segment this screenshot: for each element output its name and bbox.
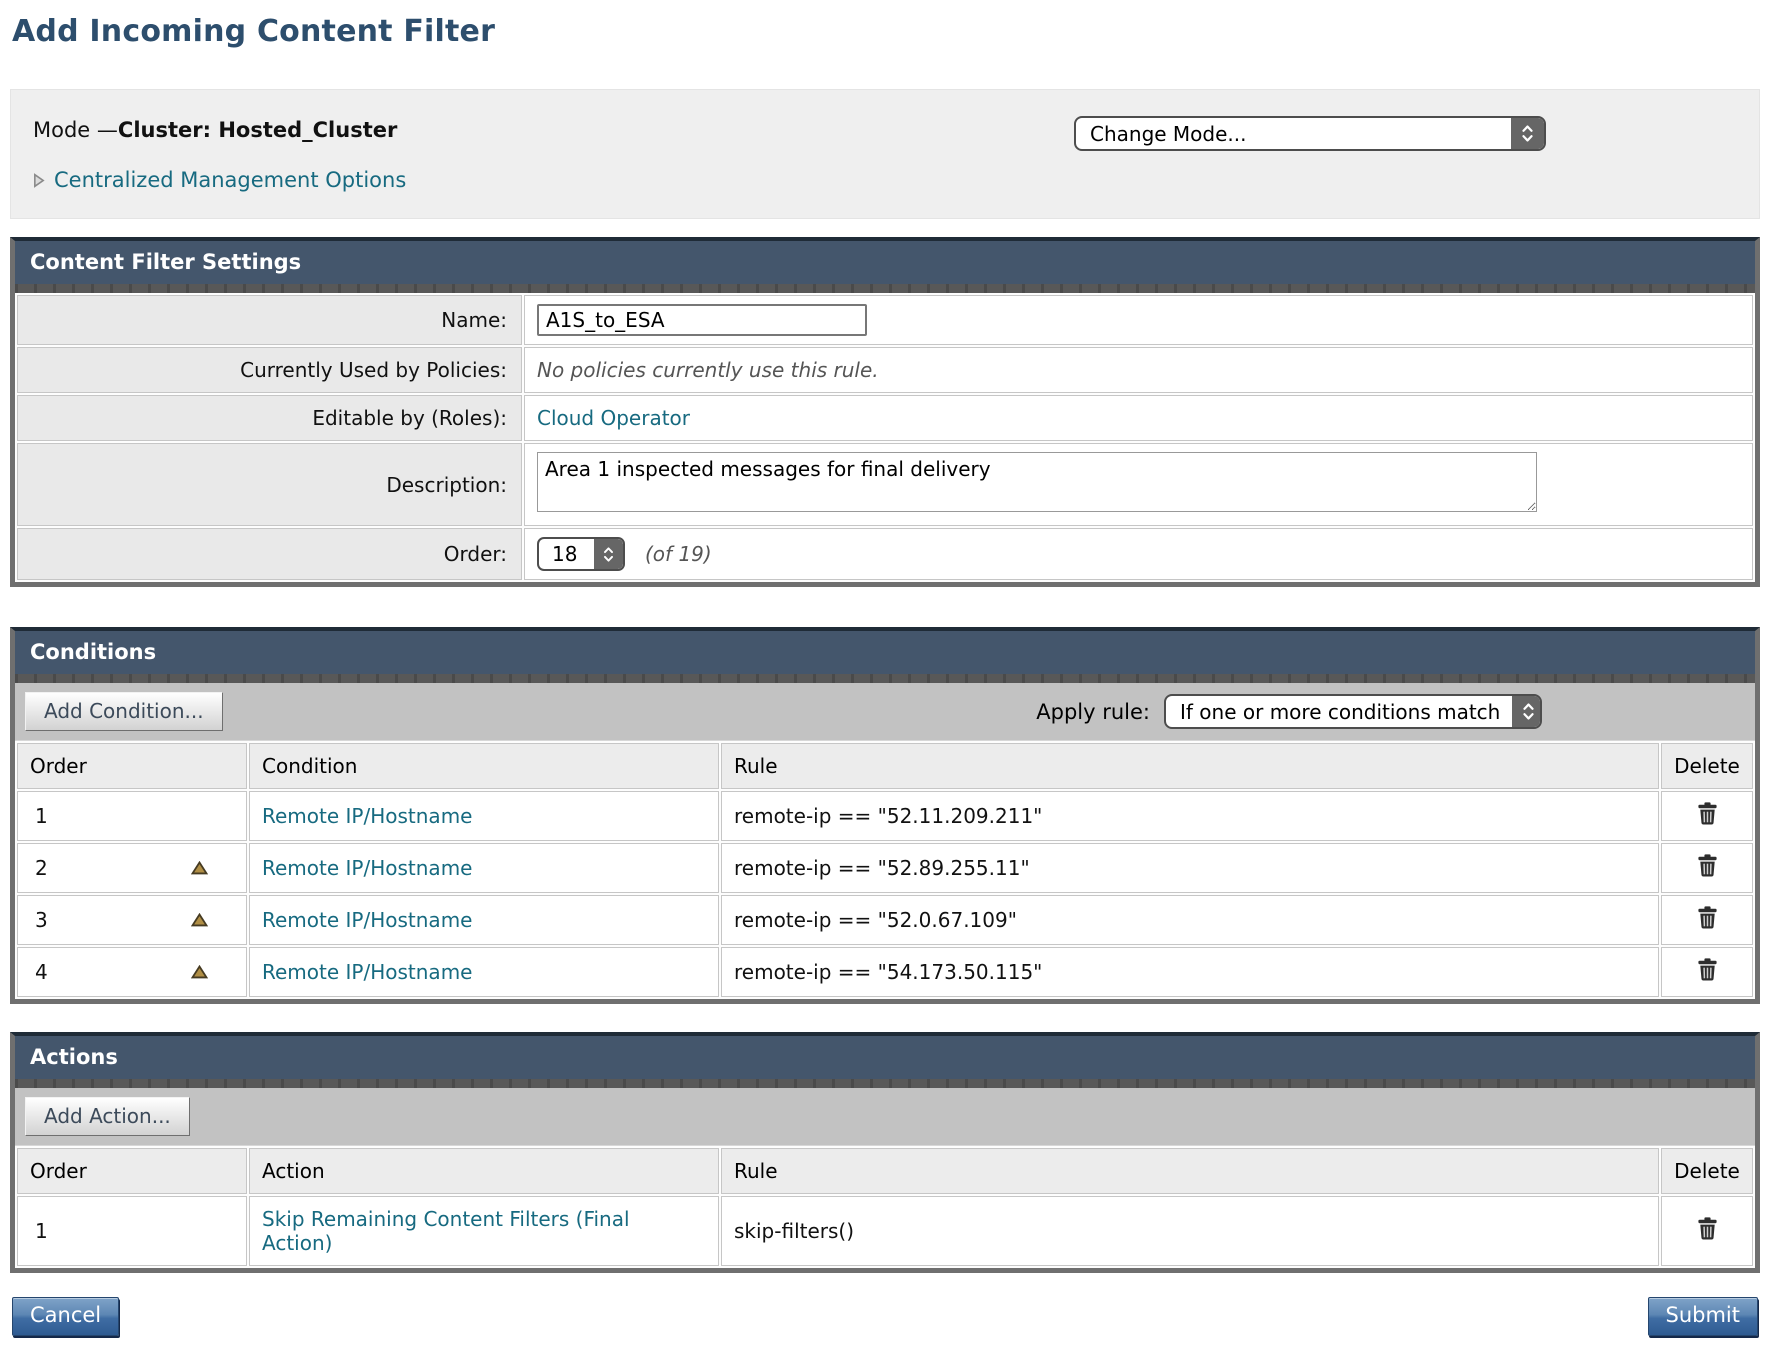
condition-link[interactable]: Remote IP/Hostname	[262, 856, 472, 880]
trash-icon[interactable]	[1697, 854, 1718, 877]
apply-rule-group: Apply rule: If one or more conditions ma…	[1036, 694, 1745, 729]
editable-label: Editable by (Roles):	[17, 395, 522, 441]
order-label: Order:	[17, 528, 522, 580]
content-filter-settings-header: Content Filter Settings	[15, 241, 1755, 284]
order-select[interactable]: 18	[537, 537, 625, 571]
name-input[interactable]	[537, 304, 867, 336]
panel-texture-band	[15, 284, 1755, 293]
add-condition-button[interactable]: Add Condition...	[25, 692, 223, 731]
panel-texture-band	[15, 674, 1755, 683]
policies-value: No policies currently use this rule.	[537, 358, 879, 382]
settings-table: Name: Currently Used by Policies: No pol…	[15, 293, 1755, 582]
description-label: Description:	[17, 443, 522, 526]
conditions-table-head: Order Condition Rule Delete	[17, 743, 1753, 789]
change-mode-select[interactable]: Change Mode...	[1074, 116, 1546, 151]
col-delete: Delete	[1661, 1148, 1753, 1194]
order-total: (of 19)	[645, 542, 712, 566]
actions-table-head: Order Action Rule Delete	[17, 1148, 1753, 1194]
settings-row-editable: Editable by (Roles): Cloud Operator	[17, 395, 1753, 441]
col-condition: Condition	[249, 743, 719, 789]
conditions-table: Order Condition Rule Delete 1 Remote IP/…	[15, 741, 1755, 999]
apply-rule-selected-option: If one or more conditions match	[1180, 700, 1500, 724]
settings-row-name: Name:	[17, 295, 1753, 345]
col-rule: Rule	[721, 1148, 1659, 1194]
condition-row: 2 Remote IP/Hostname remote-ip == "52.89…	[17, 843, 1753, 893]
trash-icon[interactable]	[1697, 906, 1718, 929]
action-link[interactable]: Skip Remaining Content Filters (Final Ac…	[262, 1207, 630, 1255]
actions-panel: Actions Add Action... Order Action Rule …	[10, 1032, 1760, 1273]
up-triangle-icon[interactable]	[191, 965, 208, 979]
col-rule: Rule	[721, 743, 1659, 789]
condition-row: 4 Remote IP/Hostname remote-ip == "54.17…	[17, 947, 1753, 997]
condition-link[interactable]: Remote IP/Hostname	[262, 908, 472, 932]
apply-rule-label: Apply rule:	[1036, 700, 1150, 724]
condition-order: 3	[35, 908, 48, 932]
mode-panel: Mode —Cluster: Hosted_Cluster Change Mod…	[10, 89, 1760, 219]
condition-row: 1 Remote IP/Hostname remote-ip == "52.11…	[17, 791, 1753, 841]
add-action-button[interactable]: Add Action...	[25, 1097, 190, 1136]
trash-icon[interactable]	[1697, 802, 1718, 825]
up-triangle-icon[interactable]	[191, 861, 208, 875]
col-order: Order	[17, 743, 247, 789]
condition-order: 2	[35, 856, 48, 880]
order-selected-value: 18	[552, 542, 577, 566]
action-row: 1 Skip Remaining Content Filters (Final …	[17, 1196, 1753, 1266]
up-down-chevron-icon	[1511, 118, 1544, 149]
condition-rule: remote-ip == "54.173.50.115"	[721, 947, 1659, 997]
settings-row-description: Description: Area 1 inspected messages f…	[17, 443, 1753, 526]
submit-button[interactable]: Submit	[1648, 1297, 1759, 1336]
settings-row-policies: Currently Used by Policies: No policies …	[17, 347, 1753, 393]
conditions-toolbar: Add Condition... Apply rule: If one or m…	[15, 683, 1755, 741]
right-triangle-icon	[33, 173, 45, 188]
condition-link[interactable]: Remote IP/Hostname	[262, 960, 472, 984]
name-label: Name:	[17, 295, 522, 345]
mode-label: Mode	[33, 118, 90, 142]
mode-value: Cluster: Hosted_Cluster	[118, 118, 397, 142]
footer-actions: Cancel Submit	[12, 1297, 1758, 1336]
condition-rule: remote-ip == "52.89.255.11"	[721, 843, 1659, 893]
condition-row: 3 Remote IP/Hostname remote-ip == "52.0.…	[17, 895, 1753, 945]
centralized-management-row: Centralized Management Options	[33, 168, 1737, 192]
actions-toolbar: Add Action...	[15, 1088, 1755, 1146]
col-delete: Delete	[1661, 743, 1753, 789]
condition-order: 4	[35, 960, 48, 984]
content-filter-settings-panel: Content Filter Settings Name: Currently …	[10, 237, 1760, 587]
add-incoming-content-filter-page: Add Incoming Content Filter Mode —Cluste…	[0, 0, 1770, 1356]
action-rule: skip-filters()	[721, 1196, 1659, 1266]
editable-roles-link[interactable]: Cloud Operator	[537, 406, 690, 430]
settings-row-order: Order: 18 (of 19)	[17, 528, 1753, 580]
actions-table: Order Action Rule Delete 1 Skip Remainin…	[15, 1146, 1755, 1268]
condition-link[interactable]: Remote IP/Hostname	[262, 804, 472, 828]
trash-icon[interactable]	[1697, 958, 1718, 981]
centralized-management-link[interactable]: Centralized Management Options	[54, 168, 406, 192]
condition-rule: remote-ip == "52.0.67.109"	[721, 895, 1659, 945]
up-triangle-icon[interactable]	[191, 913, 208, 927]
condition-rule: remote-ip == "52.11.209.211"	[721, 791, 1659, 841]
actions-header: Actions	[15, 1036, 1755, 1079]
trash-icon[interactable]	[1697, 1217, 1718, 1240]
panel-texture-band	[15, 1079, 1755, 1088]
change-mode-selected-option: Change Mode...	[1090, 122, 1247, 146]
col-action: Action	[249, 1148, 719, 1194]
condition-order: 1	[35, 804, 48, 828]
action-order: 1	[35, 1219, 48, 1243]
up-down-chevron-icon	[594, 539, 623, 569]
conditions-panel: Conditions Add Condition... Apply rule: …	[10, 627, 1760, 1004]
col-order: Order	[17, 1148, 247, 1194]
cancel-button[interactable]: Cancel	[12, 1297, 119, 1336]
description-input[interactable]: Area 1 inspected messages for final deli…	[537, 452, 1537, 512]
policies-label: Currently Used by Policies:	[17, 347, 522, 393]
mode-separator: —	[97, 118, 118, 142]
up-down-chevron-icon	[1512, 696, 1542, 727]
conditions-header: Conditions	[15, 631, 1755, 674]
apply-rule-select[interactable]: If one or more conditions match	[1164, 694, 1542, 729]
page-title: Add Incoming Content Filter	[12, 14, 1770, 49]
